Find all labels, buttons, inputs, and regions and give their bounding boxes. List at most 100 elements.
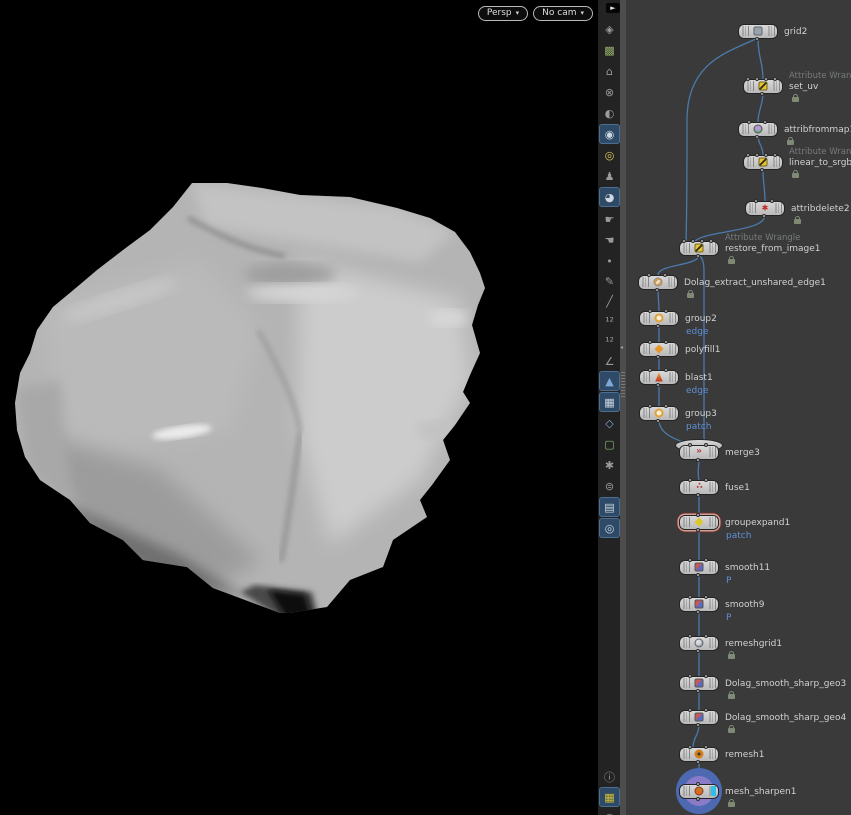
output-connector[interactable] — [655, 288, 659, 292]
output-connector[interactable] — [696, 723, 700, 727]
disable-lighting-icon[interactable]: ⊗ — [600, 83, 619, 101]
input-connector[interactable] — [688, 674, 692, 678]
input-connector[interactable] — [696, 513, 700, 517]
input-connector[interactable] — [700, 239, 704, 243]
node-polyfill1[interactable]: polyfill1 — [640, 343, 678, 356]
input-connector[interactable] — [746, 77, 750, 81]
input-connector[interactable] — [664, 309, 668, 313]
divider-collapse-arrow[interactable]: ◂ — [620, 344, 623, 351]
input-connector[interactable] — [664, 340, 668, 344]
output-connector[interactable] — [696, 610, 700, 614]
input-connector[interactable] — [755, 153, 759, 157]
output-connector[interactable] — [755, 135, 759, 139]
viewport-3d[interactable]: Persp ▾ No cam ▾ — [0, 0, 597, 815]
input-connector[interactable] — [688, 634, 692, 638]
display-flag[interactable] — [711, 786, 716, 796]
network-editor[interactable]: grid2 Attribute Wrangleset_uv attribfromma… — [622, 0, 851, 815]
node-linear_to_srgb[interactable]: Attribute Wranglelinear_to_srgb — [744, 156, 782, 169]
input-connector[interactable] — [682, 239, 686, 243]
input-connector[interactable] — [746, 153, 750, 157]
layout-grid-icon[interactable]: ▦ — [600, 788, 619, 806]
output-connector[interactable] — [696, 649, 700, 653]
input-connector[interactable] — [704, 674, 708, 678]
rock-mesh[interactable] — [0, 0, 597, 815]
snapshot-icon[interactable]: ▩ — [600, 41, 619, 59]
collapse-toolbar-arrow[interactable]: ► — [606, 3, 620, 13]
node-attribdelete2[interactable]: ✱attribdelete2 — [746, 202, 784, 215]
input-connector[interactable] — [709, 239, 713, 243]
node-set_uv[interactable]: Attribute Wrangleset_uv — [744, 80, 782, 93]
output-connector[interactable] — [760, 92, 764, 96]
output-connector[interactable] — [696, 458, 700, 462]
visualizers-icon[interactable]: ◈ — [600, 20, 619, 38]
node-Dolag_smooth_sharp_geo4[interactable]: Dolag_smooth_sharp_geo4 — [680, 711, 718, 724]
input-connector[interactable] — [763, 120, 767, 124]
node-remeshgrid1[interactable]: remeshgrid1 — [680, 637, 718, 650]
output-connector[interactable] — [696, 797, 700, 801]
input-connector[interactable] — [688, 478, 692, 482]
node-fuse1[interactable]: ∴fuse1 — [680, 481, 718, 494]
input-connector[interactable] — [773, 77, 777, 81]
input-connector[interactable] — [704, 745, 708, 749]
camera-select-button[interactable]: No cam ▾ — [533, 6, 593, 21]
node-mesh_sharpen1[interactable]: mesh_sharpen1 — [680, 785, 718, 798]
display-cone-icon[interactable]: ▲ — [600, 372, 619, 390]
display-textures-icon[interactable]: ◕ — [600, 188, 619, 206]
lock-camera-icon[interactable]: ⌂ — [600, 62, 619, 80]
select-arrow-icon[interactable]: ☛ — [600, 210, 619, 228]
high-quality-lighting-icon[interactable]: ◎ — [600, 146, 619, 164]
input-connector[interactable] — [704, 478, 708, 482]
input-connector[interactable] — [688, 558, 692, 562]
input-connector[interactable] — [755, 77, 759, 81]
node-Dolag_smooth_sharp_geo3[interactable]: Dolag_smooth_sharp_geo3 — [680, 677, 718, 690]
eye-icon[interactable]: ◉ — [600, 808, 619, 815]
prim-numbers-icon[interactable]: ¹² — [600, 332, 619, 350]
output-connector[interactable] — [762, 214, 766, 218]
node-groupexpand1[interactable]: groupexpand1patch — [680, 516, 718, 529]
snap-mode-icon[interactable]: ◎ — [600, 519, 619, 537]
secure-selection-icon[interactable]: ☚ — [600, 231, 619, 249]
input-connector[interactable] — [648, 404, 652, 408]
default-material-icon[interactable]: ♟ — [600, 167, 619, 185]
input-connector[interactable] — [648, 368, 652, 372]
input-connector[interactable] — [754, 199, 758, 203]
show-points-icon[interactable]: • — [600, 252, 619, 270]
display-cage-icon[interactable]: ▢ — [600, 435, 619, 453]
input-connector[interactable] — [648, 340, 652, 344]
output-connector[interactable] — [755, 37, 759, 41]
point-numbers-icon[interactable]: ¹² — [600, 312, 619, 330]
node-restore_from_image1[interactable]: Attribute Wranglerestore_from_image1 — [680, 242, 718, 255]
node-remesh1[interactable]: remesh1 — [680, 748, 718, 761]
output-connector[interactable] — [760, 168, 764, 172]
output-connector[interactable] — [696, 760, 700, 764]
node-group2[interactable]: group2edge — [640, 312, 678, 325]
output-connector[interactable] — [656, 324, 660, 328]
display-axis-icon[interactable]: ✱ — [600, 456, 619, 474]
input-connector[interactable] — [691, 239, 695, 243]
input-connector[interactable] — [770, 199, 774, 203]
input-connector[interactable] — [688, 595, 692, 599]
node-blast1[interactable]: blast1edge — [640, 371, 678, 384]
input-connector[interactable] — [747, 120, 751, 124]
output-connector[interactable] — [696, 528, 700, 532]
divider-grip-handle[interactable] — [621, 372, 625, 398]
input-connector[interactable] — [663, 273, 667, 277]
normal-lighting-icon[interactable]: ◉ — [600, 125, 619, 143]
input-connector[interactable] — [688, 745, 692, 749]
node-attribfrommap1[interactable]: attribfrommap1 — [739, 123, 777, 136]
output-connector[interactable] — [656, 383, 660, 387]
input-connector[interactable] — [648, 309, 652, 313]
node-group3[interactable]: group3patch — [640, 407, 678, 420]
display-background-icon[interactable]: ▤ — [600, 498, 619, 516]
input-connector[interactable] — [704, 443, 708, 447]
node-grid2[interactable]: grid2 — [739, 25, 777, 38]
node-smooth9[interactable]: smooth9P — [680, 598, 718, 611]
output-connector[interactable] — [656, 355, 660, 359]
info-icon[interactable]: ⓘ — [600, 768, 619, 786]
input-connector[interactable] — [764, 77, 768, 81]
input-connector[interactable] — [704, 708, 708, 712]
input-connector[interactable] — [704, 634, 708, 638]
perspective-view-button[interactable]: Persp ▾ — [478, 6, 528, 21]
output-connector[interactable] — [696, 573, 700, 577]
input-connector[interactable] — [688, 443, 692, 447]
